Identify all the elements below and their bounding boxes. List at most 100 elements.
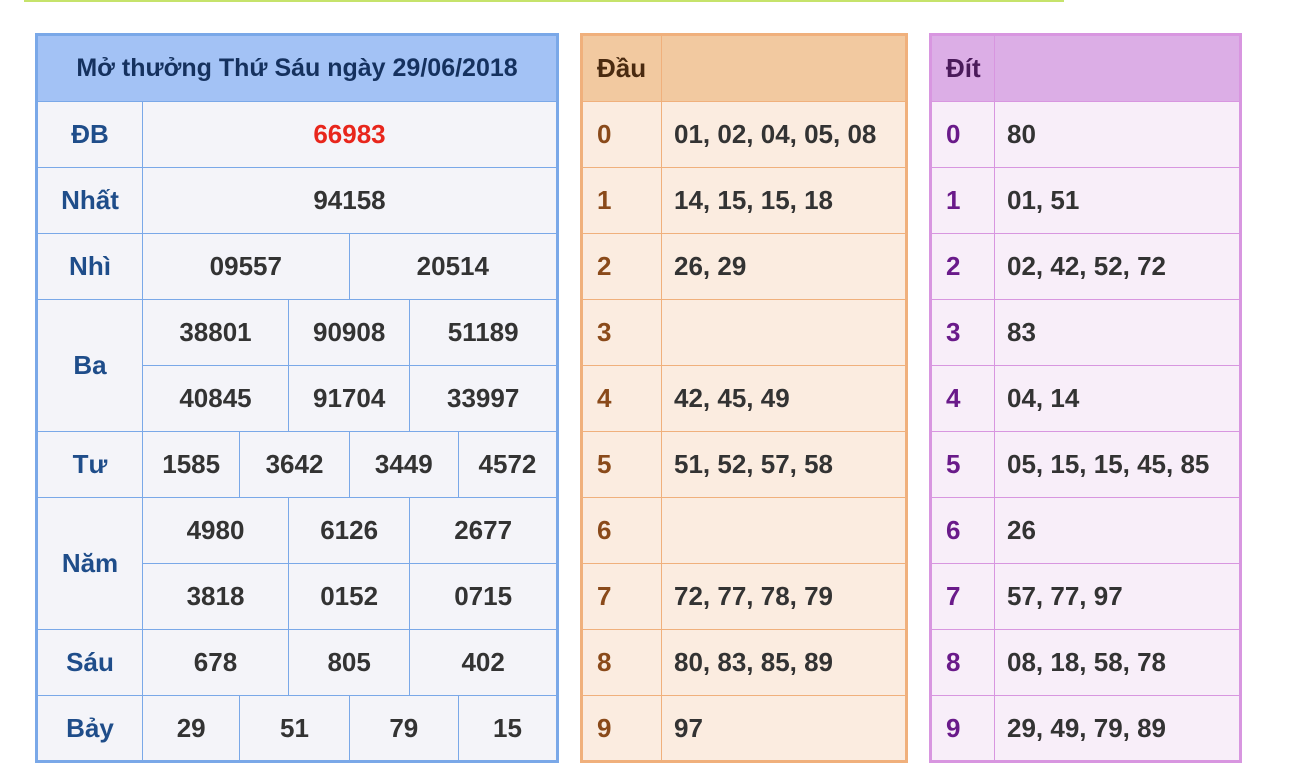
dit-digit: 1 xyxy=(930,167,995,234)
prize-nam: 2677 xyxy=(409,497,558,564)
dau-digit: 1 xyxy=(581,167,662,234)
dit-row: 5 05, 15, 15, 45, 85 xyxy=(930,431,1241,498)
dau-values: 51, 52, 57, 58 xyxy=(661,431,907,498)
dit-values: 02, 42, 52, 72 xyxy=(994,233,1241,300)
prize-tu: 3642 xyxy=(239,431,350,498)
dit-table: Đít 0 80 1 01, 51 2 02, 42, 52, 72 3 83 4 04,… xyxy=(929,33,1242,763)
dau-digit: 2 xyxy=(581,233,662,300)
prize-nam: 4980 xyxy=(142,497,289,564)
dit-digit: 6 xyxy=(930,497,995,564)
prize-tu: 4572 xyxy=(457,431,559,498)
label-bay: Bảy xyxy=(36,695,143,762)
dit-digit: 3 xyxy=(930,299,995,366)
dit-values: 01, 51 xyxy=(994,167,1241,234)
prize-ba: 51189 xyxy=(409,299,558,366)
row-sau: Sáu 678 805 402 xyxy=(36,629,558,696)
prize-sau: 678 xyxy=(142,629,289,696)
dit-row: 2 02, 42, 52, 72 xyxy=(930,233,1241,300)
dit-row: 9 29, 49, 79, 89 xyxy=(930,695,1241,762)
row-nam: Năm 4980 6126 2677 xyxy=(36,497,558,630)
dit-values: 57, 77, 97 xyxy=(994,563,1241,630)
dit-values: 83 xyxy=(994,299,1241,366)
prize-tu: 1585 xyxy=(141,431,241,498)
dau-header-row: Đầu xyxy=(581,34,907,102)
prize-sau: 805 xyxy=(287,629,411,696)
label-ba: Ba xyxy=(36,299,143,432)
top-divider xyxy=(24,0,1064,2)
label-nhi: Nhì xyxy=(36,233,143,300)
prize-sau: 402 xyxy=(409,629,558,696)
dau-row: 3 xyxy=(581,299,907,366)
label-nam: Năm xyxy=(36,497,143,630)
prize-nhi: 09557 xyxy=(142,233,350,300)
prize-db: 66983 xyxy=(142,101,558,168)
prize-nhi: 20514 xyxy=(348,233,559,300)
prize-ba: 90908 xyxy=(287,299,411,366)
dau-digit: 9 xyxy=(581,695,662,762)
dit-row: 6 26 xyxy=(930,497,1241,564)
label-sau: Sáu xyxy=(36,629,143,696)
dau-row: 4 42, 45, 49 xyxy=(581,365,907,432)
dit-header: Đít xyxy=(930,34,995,102)
prize-bay: 51 xyxy=(239,695,350,762)
prize-ba: 91704 xyxy=(287,365,411,432)
prize-ba: 33997 xyxy=(409,365,558,432)
label-nhat: Nhất xyxy=(36,167,143,234)
label-tu: Tư xyxy=(36,431,143,498)
prize-nam: 6126 xyxy=(287,497,411,564)
dit-digit: 4 xyxy=(930,365,995,432)
dau-row: 5 51, 52, 57, 58 xyxy=(581,431,907,498)
row-ba: Ba 38801 90908 51189 xyxy=(36,299,558,432)
label-db: ĐB xyxy=(36,101,143,168)
dau-digit: 3 xyxy=(581,299,662,366)
dau-digit: 6 xyxy=(581,497,662,564)
dau-row: 1 14, 15, 15, 18 xyxy=(581,167,907,234)
dau-digit: 0 xyxy=(581,101,662,168)
dit-digit: 9 xyxy=(930,695,995,762)
dit-row: 0 80 xyxy=(930,101,1241,168)
dau-values: 72, 77, 78, 79 xyxy=(661,563,907,630)
results-header-row: Mở thưởng Thứ Sáu ngày 29/06/2018 xyxy=(36,34,558,102)
prize-ba: 40845 xyxy=(142,365,289,432)
dau-digit: 7 xyxy=(581,563,662,630)
dit-digit: 0 xyxy=(930,101,995,168)
dau-values: 14, 15, 15, 18 xyxy=(661,167,907,234)
dau-row: 0 01, 02, 04, 05, 08 xyxy=(581,101,907,168)
dau-row: 8 80, 83, 85, 89 xyxy=(581,629,907,696)
row-nhat: Nhất 94158 xyxy=(36,167,558,234)
dit-values: 08, 18, 58, 78 xyxy=(994,629,1241,696)
dau-header: Đầu xyxy=(581,34,662,102)
dit-values: 26 xyxy=(994,497,1241,564)
dau-digit: 4 xyxy=(581,365,662,432)
row-db: ĐB 66983 xyxy=(36,101,558,168)
row-bay: Bảy 29 51 79 15 xyxy=(36,695,559,762)
prize-nam: 0152 xyxy=(287,563,411,630)
dit-digit: 7 xyxy=(930,563,995,630)
dau-row: 2 26, 29 xyxy=(581,233,907,300)
dit-digit: 8 xyxy=(930,629,995,696)
dau-values xyxy=(661,497,907,564)
results-title: Mở thưởng Thứ Sáu ngày 29/06/2018 xyxy=(36,34,558,102)
dau-values: 42, 45, 49 xyxy=(661,365,907,432)
dit-values: 80 xyxy=(994,101,1241,168)
prize-nhat: 94158 xyxy=(142,167,558,234)
dit-row: 8 08, 18, 58, 78 xyxy=(930,629,1241,696)
dau-values: 26, 29 xyxy=(661,233,907,300)
dau-row: 9 97 xyxy=(581,695,907,762)
row-tu: Tư 1585 3642 3449 4572 xyxy=(36,431,559,498)
results-table: Mở thưởng Thứ Sáu ngày 29/06/2018 ĐB 669… xyxy=(35,33,559,763)
prize-tu: 3449 xyxy=(348,431,459,498)
dau-digit: 5 xyxy=(581,431,662,498)
dau-values: 80, 83, 85, 89 xyxy=(661,629,907,696)
row-nhi: Nhì 09557 20514 xyxy=(36,233,559,300)
dit-row: 4 04, 14 xyxy=(930,365,1241,432)
dau-digit: 8 xyxy=(581,629,662,696)
dau-table: Đầu 0 01, 02, 04, 05, 08 1 14, 15, 15, 18 … xyxy=(580,33,908,763)
prize-bay: 29 xyxy=(141,695,241,762)
dit-row: 3 83 xyxy=(930,299,1241,366)
dit-values: 04, 14 xyxy=(994,365,1241,432)
dit-values: 05, 15, 15, 45, 85 xyxy=(994,431,1241,498)
dau-row: 7 72, 77, 78, 79 xyxy=(581,563,907,630)
dit-header-blank xyxy=(994,34,1241,102)
prize-nam: 0715 xyxy=(409,563,558,630)
